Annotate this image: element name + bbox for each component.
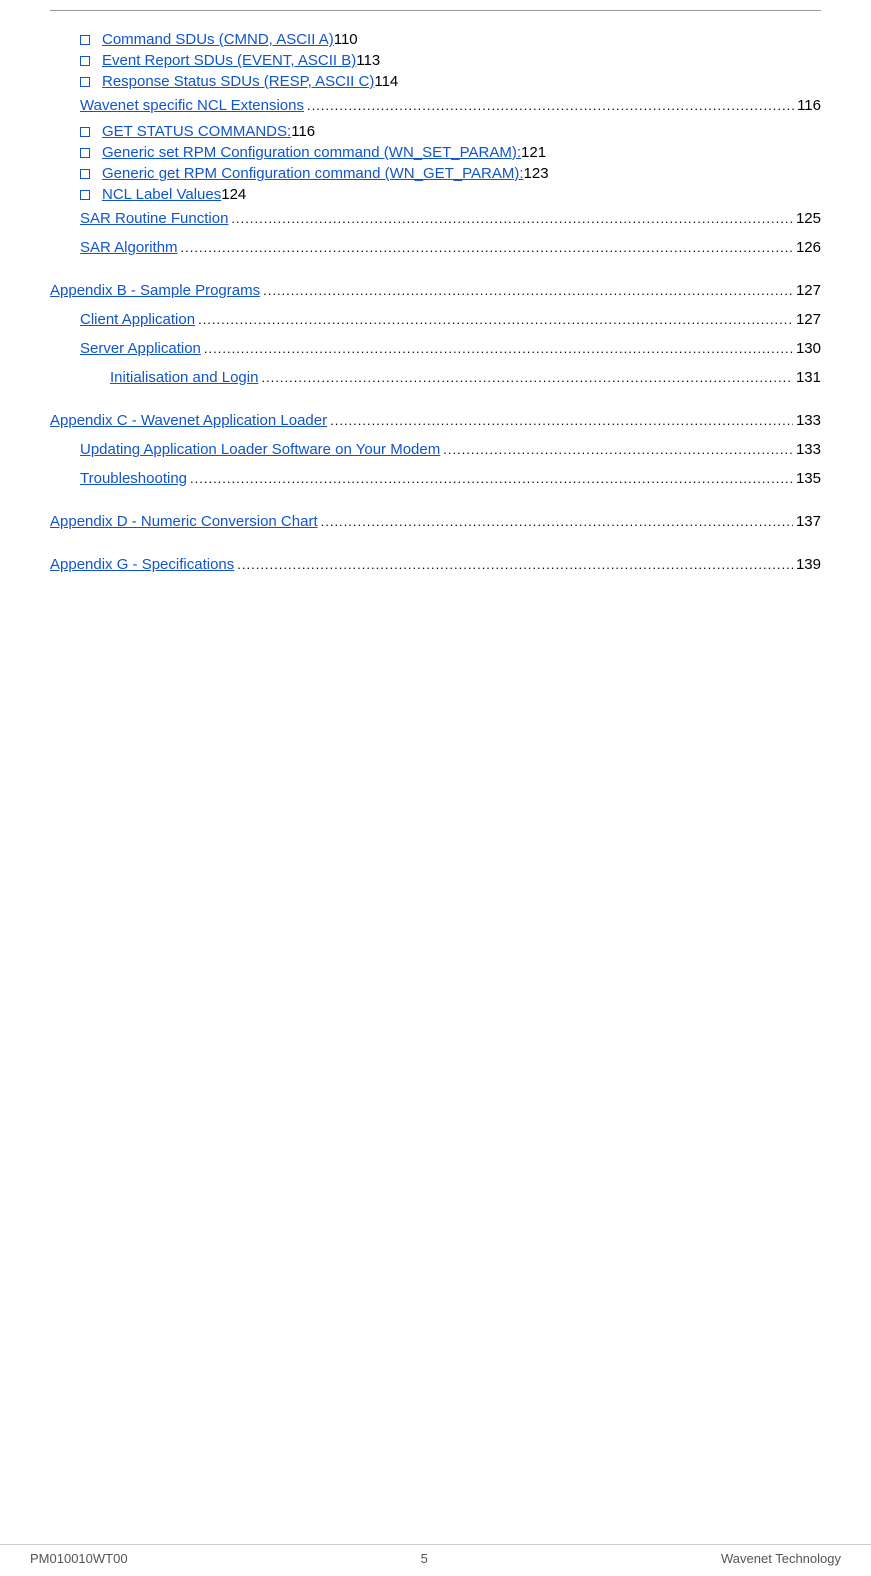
toc-link-wavenet-ncl[interactable]: Wavenet specific NCL Extensions: [80, 94, 304, 118]
page-num-ncl-label: 124: [221, 186, 246, 203]
page-num-appendix-d: 137: [796, 510, 821, 534]
toc-row-get-status: GET STATUS COMMANDS: 116: [80, 123, 821, 140]
toc-row-updating-app: Updating Application Loader Software on …: [80, 438, 821, 463]
page-num-sar-routine: 125: [796, 207, 821, 231]
bullet-icon: [80, 190, 90, 200]
page-num-appendix-g: 139: [796, 553, 821, 577]
bullet-icon: [80, 127, 90, 137]
bullet-icon: [80, 35, 90, 45]
page-num-generic-set: 121: [521, 144, 546, 161]
page-num-sar-algorithm: 126: [796, 236, 821, 260]
toc-link-init-login[interactable]: Initialisation and Login: [110, 366, 258, 390]
page-num-appendix-c: 133: [796, 409, 821, 433]
toc-row-generic-get: Generic get RPM Configuration command (W…: [80, 165, 821, 182]
page-num-updating-app: 133: [796, 438, 821, 462]
toc-link-client-app[interactable]: Client Application: [80, 308, 195, 332]
toc-row-cmd-sdus: Command SDUs (CMND, ASCII A) 110: [80, 31, 821, 48]
toc-row-ncl-label: NCL Label Values 124: [80, 186, 821, 203]
dots: [307, 94, 794, 119]
dots: [204, 337, 793, 362]
toc-link-appendix-d[interactable]: Appendix D - Numeric Conversion Chart: [50, 510, 318, 534]
toc-row-sar-algorithm: SAR Algorithm 126: [80, 236, 821, 261]
dots: [237, 553, 793, 578]
dots: [181, 236, 793, 261]
page-num-troubleshooting: 135: [796, 467, 821, 491]
dots: [190, 467, 793, 492]
page-num-client-app: 127: [796, 308, 821, 332]
toc-link-generic-set[interactable]: Generic set RPM Configuration command (W…: [102, 144, 521, 161]
top-rule: [50, 10, 821, 11]
toc-link-updating-app[interactable]: Updating Application Loader Software on …: [80, 438, 440, 462]
bullet-icon: [80, 148, 90, 158]
toc-link-sar-algorithm[interactable]: SAR Algorithm: [80, 236, 178, 260]
toc-row-event-sdus: Event Report SDUs (EVENT, ASCII B) 113: [80, 52, 821, 69]
page-num-get-status: 116: [291, 123, 315, 140]
toc-row-client-app: Client Application 127: [80, 308, 821, 333]
toc-link-appendix-b[interactable]: Appendix B - Sample Programs: [50, 279, 260, 303]
spacer: [50, 395, 821, 409]
toc-row-init-login: Initialisation and Login 131: [110, 366, 821, 391]
toc-link-sar-routine[interactable]: SAR Routine Function: [80, 207, 228, 231]
toc-link-troubleshooting[interactable]: Troubleshooting: [80, 467, 187, 491]
toc-row-appendix-b: Appendix B - Sample Programs 127: [50, 279, 821, 304]
dots: [261, 366, 793, 391]
page-num-response-sdus: 114: [374, 73, 398, 90]
toc-row-wavenet-ncl: Wavenet specific NCL Extensions 116: [80, 94, 821, 119]
page-content: Command SDUs (CMND, ASCII A) 110 Event R…: [20, 0, 851, 642]
page-num-wavenet-ncl: 116: [797, 94, 821, 118]
page-num-server-app: 130: [796, 337, 821, 361]
toc-link-get-status[interactable]: GET STATUS COMMANDS:: [102, 123, 291, 140]
toc-link-appendix-c[interactable]: Appendix C - Wavenet Application Loader: [50, 409, 327, 433]
spacer: [50, 496, 821, 510]
toc-row-appendix-d: Appendix D - Numeric Conversion Chart 13…: [50, 510, 821, 535]
spacer: [50, 539, 821, 553]
toc-row-appendix-c: Appendix C - Wavenet Application Loader …: [50, 409, 821, 434]
toc-link-appendix-g[interactable]: Appendix G - Specifications: [50, 553, 234, 577]
page-footer: PM010010WT00 5 Wavenet Technology: [0, 1544, 871, 1566]
bullet-icon: [80, 169, 90, 179]
dots: [198, 308, 793, 333]
toc-row-sar-routine: SAR Routine Function 125: [80, 207, 821, 232]
bullet-icon: [80, 77, 90, 87]
toc-link-response-sdus[interactable]: Response Status SDUs (RESP, ASCII C): [102, 73, 374, 90]
toc-link-cmd-sdus[interactable]: Command SDUs (CMND, ASCII A): [102, 31, 334, 48]
footer-left: PM010010WT00: [30, 1551, 128, 1566]
dots: [321, 510, 793, 535]
page-num-generic-get: 123: [524, 165, 549, 182]
footer-center: 5: [421, 1551, 428, 1566]
toc-row-generic-set: Generic set RPM Configuration command (W…: [80, 144, 821, 161]
dots: [443, 438, 793, 463]
page-num-appendix-b: 127: [796, 279, 821, 303]
toc-link-ncl-label[interactable]: NCL Label Values: [102, 186, 221, 203]
toc-row-troubleshooting: Troubleshooting 135: [80, 467, 821, 492]
bullet-icon: [80, 56, 90, 66]
spacer: [50, 265, 821, 279]
dots: [263, 279, 793, 304]
toc-link-server-app[interactable]: Server Application: [80, 337, 201, 361]
toc-row-response-sdus: Response Status SDUs (RESP, ASCII C) 114: [80, 73, 821, 90]
page-num-cmd-sdus: 110: [334, 31, 358, 48]
dots: [330, 409, 793, 434]
toc-row-server-app: Server Application 130: [80, 337, 821, 362]
footer-right: Wavenet Technology: [721, 1551, 841, 1566]
dots: [231, 207, 793, 232]
toc-link-event-sdus[interactable]: Event Report SDUs (EVENT, ASCII B): [102, 52, 356, 69]
page-num-init-login: 131: [796, 366, 821, 390]
toc-row-appendix-g: Appendix G - Specifications 139: [50, 553, 821, 578]
page-num-event-sdus: 113: [356, 52, 380, 69]
toc-link-generic-get[interactable]: Generic get RPM Configuration command (W…: [102, 165, 524, 182]
